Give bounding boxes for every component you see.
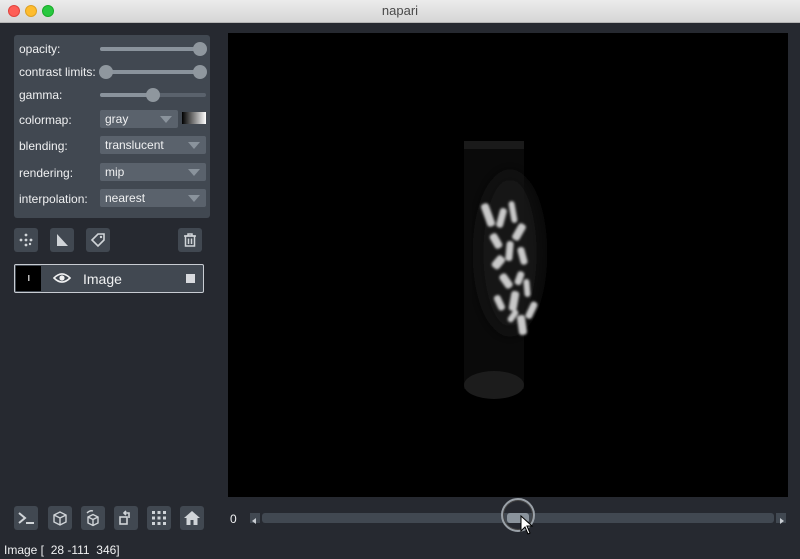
console-button[interactable]	[14, 506, 38, 530]
roll-dims-icon	[86, 510, 99, 527]
window-title: napari	[381, 3, 419, 18]
new-shapes-icon	[57, 234, 68, 246]
home-icon	[184, 511, 200, 525]
contrast-low-handle[interactable]	[99, 65, 113, 79]
opacity-label: opacity:	[19, 42, 61, 56]
gamma-row: gamma:	[14, 83, 210, 107]
transpose-dims-button[interactable]	[114, 506, 138, 530]
blending-dropdown[interactable]: translucent	[100, 136, 206, 154]
ndisplay-3d-button[interactable]	[48, 506, 72, 530]
blending-label: blending:	[19, 139, 68, 153]
rendering-dropdown[interactable]: mip	[100, 163, 206, 181]
home-button[interactable]	[180, 506, 204, 530]
dims-axis-index: 0	[230, 512, 237, 526]
chevron-down-icon	[188, 169, 200, 176]
image-render	[464, 141, 542, 399]
gamma-slider[interactable]	[100, 88, 206, 102]
scroll-right-button[interactable]	[776, 513, 786, 524]
opacity-row: opacity:	[14, 37, 210, 61]
chevron-down-icon	[188, 142, 200, 149]
grid-icon	[152, 511, 166, 525]
transpose-dims-icon	[119, 510, 130, 525]
window-titlebar: napari	[0, 0, 800, 23]
new-points-icon	[19, 233, 33, 247]
opacity-slider-handle[interactable]	[193, 42, 207, 56]
interpolation-value: nearest	[105, 191, 146, 205]
colormap-value: gray	[105, 112, 129, 126]
ndisplay-3d-icon	[53, 511, 67, 526]
delete-layer-button[interactable]	[178, 228, 202, 252]
layer-name[interactable]: Image	[83, 271, 122, 287]
mouse-pointer-icon	[520, 515, 534, 535]
interpolation-row: interpolation: nearest	[14, 187, 210, 211]
status-bar: Image [ 28 -111 346]	[4, 543, 120, 557]
rendering-value: mip	[105, 165, 125, 179]
new-shapes-button[interactable]	[50, 228, 74, 252]
layer-item-image[interactable]: Image	[14, 264, 204, 293]
new-labels-button[interactable]	[86, 228, 110, 252]
contrast-limits-row: contrast limits:	[14, 60, 210, 84]
scroll-left-button[interactable]	[250, 513, 260, 524]
interpolation-label: interpolation:	[19, 192, 88, 206]
roll-dims-button[interactable]	[81, 506, 105, 530]
opacity-slider-fill	[100, 47, 200, 51]
layer-thumbnail	[16, 266, 41, 291]
new-labels-icon	[90, 233, 105, 248]
dims-slider-row: 0	[228, 498, 788, 535]
layer-controls-panel: opacity: contrast limits: gamma: colorma…	[14, 35, 210, 218]
chevron-left-icon	[252, 518, 256, 524]
new-points-button[interactable]	[14, 228, 38, 252]
contrast-limits-fill	[106, 70, 200, 74]
layer-type-indicator	[186, 274, 195, 283]
rendering-row: rendering: mip	[14, 161, 210, 185]
contrast-limits-slider[interactable]	[99, 65, 207, 79]
chevron-right-icon	[780, 518, 784, 524]
opacity-slider[interactable]	[100, 42, 207, 56]
delete-layer-icon	[184, 233, 196, 247]
interpolation-dropdown[interactable]: nearest	[100, 189, 206, 207]
gamma-label: gamma:	[19, 88, 63, 102]
colormap-dropdown[interactable]: gray	[100, 110, 178, 128]
colormap-preview	[182, 112, 206, 124]
viewer-canvas[interactable]	[228, 33, 788, 497]
contrast-high-handle[interactable]	[193, 65, 207, 79]
contrast-limits-label: contrast limits:	[19, 65, 96, 79]
colormap-row: colormap: gray	[14, 108, 210, 132]
grid-view-button[interactable]	[147, 506, 171, 530]
blending-row: blending: translucent	[14, 134, 210, 158]
console-icon	[18, 512, 34, 524]
rendering-label: rendering:	[19, 166, 74, 180]
gamma-slider-handle[interactable]	[146, 88, 160, 102]
blending-value: translucent	[105, 138, 164, 152]
colormap-label: colormap:	[19, 113, 72, 127]
visibility-eye-icon[interactable]	[53, 271, 71, 285]
chevron-down-icon	[160, 116, 172, 123]
chevron-down-icon	[188, 195, 200, 202]
